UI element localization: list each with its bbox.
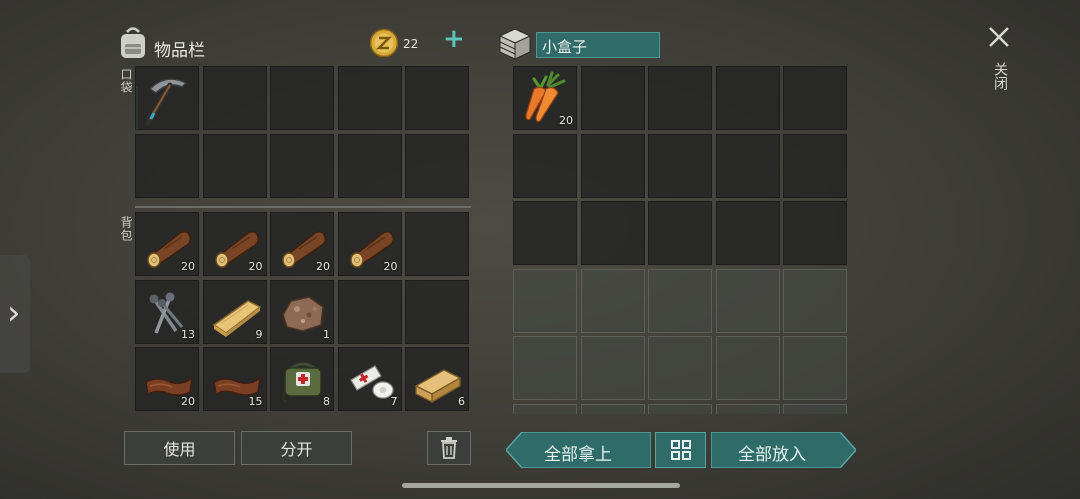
sort-button[interactable] [655,432,706,468]
backpack-slot[interactable]: 8 [270,347,334,411]
pocket-section-label: 口袋 [119,68,133,94]
side-expand-tab[interactable]: › [0,255,30,373]
backpack-slot[interactable]: 20 [135,347,199,411]
pocket-grid [135,66,473,200]
inventory-title: 物品栏 [154,41,205,61]
container-slot[interactable] [783,268,847,333]
section-divider [135,206,471,208]
item-quantity: 6 [458,395,465,408]
backpack-slot[interactable]: 20 [337,212,402,276]
backpack-slot[interactable]: 6 [405,347,469,411]
container-slot[interactable]: 20 [513,66,577,130]
close-icon [989,27,1009,47]
container-slot[interactable] [580,133,645,198]
put-all-label[interactable]: 全部放入 [738,440,806,465]
item-quantity: 20 [383,260,398,273]
inventory-header: 物品栏 22 + [117,24,472,64]
container-slot[interactable] [513,268,577,333]
close-button[interactable]: 关闭 [982,22,1016,102]
backpack-slot[interactable]: 9 [202,279,267,344]
container-slot[interactable] [648,336,712,400]
container-slot[interactable] [715,336,780,400]
backpack-slot[interactable]: 15 [202,347,267,411]
item-quantity: 15 [248,395,263,408]
item-quantity: 13 [181,327,195,341]
container-slot[interactable] [648,66,712,130]
container-name-field[interactable]: 小盒子 [536,32,660,58]
container-slot[interactable] [783,403,847,414]
item-quantity: 20 [181,260,195,273]
container-slot[interactable] [715,403,780,414]
item-quantity: 1 [323,327,330,341]
container-title: 小盒子 [542,38,588,56]
add-coins-button[interactable]: + [443,24,465,54]
backpack-slot[interactable]: 20 [270,212,334,276]
pocket-slot[interactable] [337,66,402,130]
use-button[interactable]: 使用 [124,431,235,465]
pocket-slot[interactable] [202,133,267,198]
container-slot[interactable] [783,336,847,400]
coin-icon [369,28,399,58]
backpack-slot[interactable]: 20 [135,212,199,276]
trash-button[interactable] [427,431,471,465]
item-quantity: 20 [248,260,263,273]
container-grid: 20 [513,66,851,414]
close-label: 关闭 [992,62,1008,90]
container-slot[interactable] [513,403,577,414]
backpack-slot[interactable] [337,279,402,344]
backpack-slot[interactable]: 13 [135,279,199,344]
container-slot[interactable] [715,133,780,198]
container-slot[interactable] [648,403,712,414]
trash-icon [441,437,457,459]
container-slot[interactable] [783,201,847,265]
backpack-icon [121,27,145,58]
item-quantity: 8 [323,395,330,408]
pocket-slot[interactable] [135,66,199,130]
pocket-slot[interactable] [270,133,334,198]
item-quantity: 20 [316,260,330,273]
container-slot[interactable] [513,133,577,198]
item-quantity: 20 [181,395,195,408]
container-header: 小盒子 [497,26,667,62]
backpack-slot[interactable]: 20 [202,212,267,276]
container-slot[interactable] [648,201,712,265]
home-indicator [402,483,680,488]
backpack-section-label: 背包 [119,216,133,242]
pocket-slot[interactable] [270,66,334,130]
container-slot[interactable] [715,268,780,333]
take-all-label[interactable]: 全部拿上 [544,440,612,465]
pocket-slot[interactable] [405,66,469,130]
pocket-slot[interactable] [202,66,267,130]
container-slot[interactable] [580,66,645,130]
container-slot[interactable] [783,66,847,130]
item-quantity: 7 [390,395,398,408]
backpack-slot[interactable]: 7 [337,347,402,411]
grid-sort-icon [670,440,691,460]
container-slot[interactable] [648,268,712,333]
container-slot[interactable] [580,268,645,333]
coin-counter: 22 + [369,24,472,58]
pocket-slot[interactable] [135,133,199,198]
container-slot[interactable] [715,201,780,265]
item-quantity: 20 [559,114,573,127]
container-slot[interactable] [580,403,645,414]
coin-count: 22 [403,37,419,51]
container-slot[interactable] [783,133,847,198]
container-slot[interactable] [580,336,645,400]
backpack-slot[interactable]: 1 [270,279,334,344]
backpack-grid: 20 20 20 20 13 9 1 20 15 8 7 6 [135,212,473,414]
box-icon [498,28,532,60]
item-quantity: 9 [255,327,263,341]
backpack-slot[interactable] [405,212,469,276]
container-slot[interactable] [648,133,712,198]
container-slot[interactable] [580,201,645,265]
chevron-right-icon: › [7,293,21,333]
container-slot[interactable] [513,336,577,400]
container-slot[interactable] [715,66,780,130]
pocket-slot[interactable] [405,133,469,198]
split-button[interactable]: 分开 [241,431,352,465]
container-slot[interactable] [513,201,577,265]
backpack-slot[interactable] [405,279,469,344]
pocket-slot[interactable] [337,133,402,198]
